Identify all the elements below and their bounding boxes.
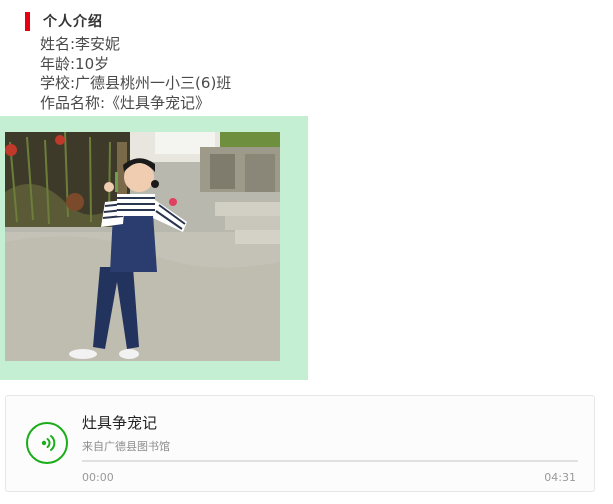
- sound-wave-icon: [41, 435, 56, 451]
- total-time: 04:31: [544, 471, 576, 484]
- audio-title: 灶具争宠记: [82, 414, 158, 432]
- play-button[interactable]: [26, 422, 68, 464]
- current-time: 00:00: [82, 471, 114, 484]
- section-marker: [25, 11, 30, 31]
- profile-name: 姓名:李安妮: [40, 35, 121, 53]
- profile-photo: [5, 132, 280, 361]
- profile-school: 学校:广德县桃州一小三(6)班: [40, 74, 232, 92]
- profile-age: 年龄:10岁: [40, 54, 110, 73]
- section-header: 个人介绍: [25, 11, 103, 31]
- audio-player: 灶具争宠记 来自广德县图书馆 00:00 04:31: [5, 395, 595, 492]
- section-title: 个人介绍: [43, 14, 103, 30]
- profile-work-title: 作品名称:《灶具争宠记》: [40, 93, 211, 112]
- profile-info: 姓名:李安妮 年龄:10岁 学校:广德县桃州一小三(6)班 作品名称:《灶具争宠…: [40, 35, 231, 113]
- audio-source: 来自广德县图书馆: [82, 440, 170, 453]
- audio-progress-bar[interactable]: [82, 460, 578, 462]
